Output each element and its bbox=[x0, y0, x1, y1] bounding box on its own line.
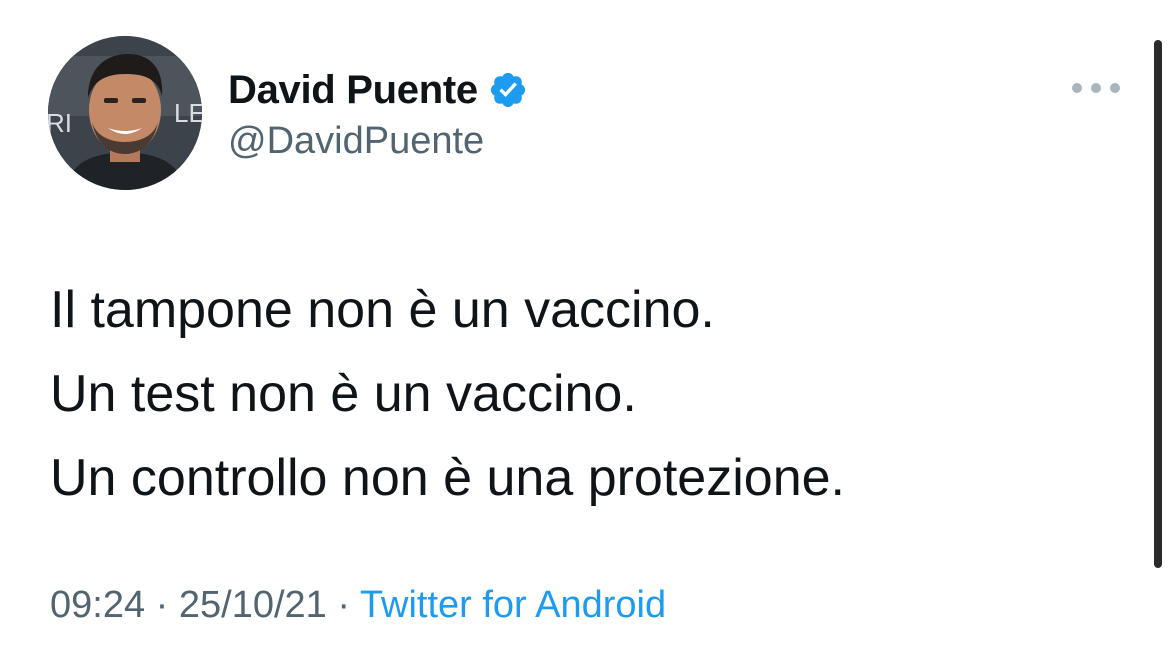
author-handle[interactable]: @DavidPuente bbox=[228, 120, 484, 163]
avatar-bg-text-right: LE bbox=[174, 98, 202, 128]
tweet-text: Il tampone non è un vaccino. Un test non… bbox=[50, 268, 845, 520]
more-options-icon[interactable] bbox=[1072, 76, 1120, 100]
author-display-name[interactable]: David Puente bbox=[228, 68, 478, 113]
more-dot bbox=[1110, 83, 1120, 93]
verified-badge-icon bbox=[488, 70, 528, 110]
more-dot bbox=[1072, 83, 1082, 93]
tweet-date[interactable]: 25/10/21 bbox=[179, 584, 327, 626]
tweet-metadata: 09:24 · 25/10/21 · Twitter for Android bbox=[50, 584, 666, 627]
tweet-time[interactable]: 09:24 bbox=[50, 584, 145, 626]
more-dot bbox=[1091, 83, 1101, 93]
avatar[interactable]: RI LE bbox=[48, 36, 202, 190]
tweet-card: RI LE David Puente @DavidPuente Il tampo… bbox=[0, 0, 1170, 666]
scrollbar[interactable] bbox=[1154, 40, 1162, 568]
tweet-source-link[interactable]: Twitter for Android bbox=[360, 584, 666, 626]
tweet-text-line: Il tampone non è un vaccino. bbox=[50, 281, 715, 339]
meta-separator: · bbox=[326, 584, 360, 626]
tweet-text-line: Un controllo non è una protezione. bbox=[50, 449, 845, 507]
avatar-image: RI LE bbox=[48, 36, 202, 190]
avatar-bg-text-left: RI bbox=[48, 108, 72, 138]
author-name-row[interactable]: David Puente bbox=[228, 64, 528, 116]
tweet-text-line: Un test non è un vaccino. bbox=[50, 365, 637, 423]
meta-separator: · bbox=[145, 584, 179, 626]
